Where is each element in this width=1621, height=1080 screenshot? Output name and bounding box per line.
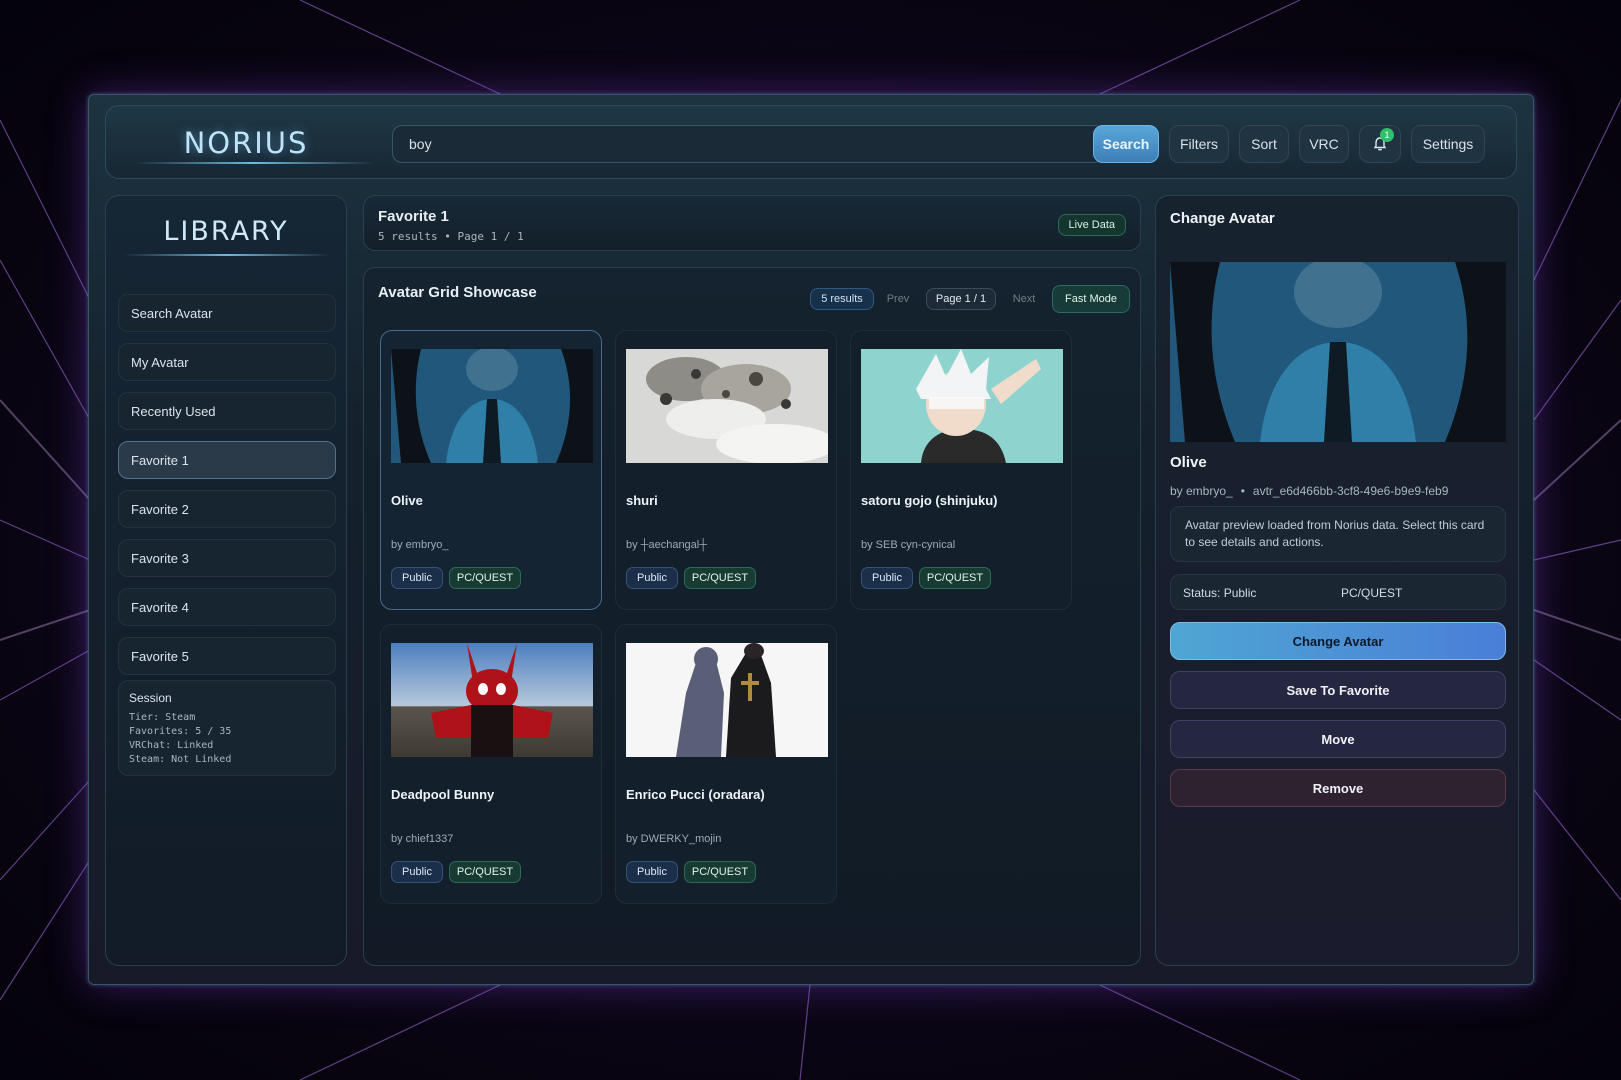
search-button[interactable]: Search	[1093, 125, 1159, 163]
logo-underline	[134, 162, 374, 164]
settings-button[interactable]: Settings	[1411, 125, 1485, 163]
avatar-card[interactable]: Enrico Pucci (oradara) by DWERKY_mojin P…	[615, 624, 837, 904]
app-logo: NORIUS	[183, 126, 309, 160]
avatar-name: Deadpool Bunny	[391, 787, 495, 802]
detail-author: by embryo_	[1170, 484, 1233, 498]
search-input[interactable]	[392, 125, 1104, 163]
sidebar-item-favorite-2[interactable]: Favorite 2	[118, 490, 336, 528]
filters-button[interactable]: Filters	[1169, 125, 1229, 163]
sidebar-item-favorite-5[interactable]: Favorite 5	[118, 637, 336, 675]
detail-platform: PC/QUEST	[1341, 586, 1403, 600]
visibility-tag: Public	[391, 861, 443, 883]
avatar-name: Enrico Pucci (oradara)	[626, 787, 765, 802]
avatar-card[interactable]: Deadpool Bunny by chief1337 Public PC/QU…	[380, 624, 602, 904]
fast-mode-toggle[interactable]: Fast Mode	[1052, 285, 1130, 313]
visibility-tag: Public	[861, 567, 913, 589]
session-favorites: Favorites: 5 / 35	[129, 726, 232, 737]
avatar-name: satoru gojo (shinjuku)	[861, 493, 998, 508]
collection-header: Favorite 1 5 results • Page 1 / 1 Live D…	[363, 195, 1141, 251]
session-tier: Tier: Steam	[129, 712, 196, 723]
top-bar: NORIUS Search Filters Sort VRC 1 Setting…	[105, 105, 1517, 179]
avatar-author: by DWERKY_mojin	[626, 833, 722, 845]
sidebar-item-recently-used[interactable]: Recently Used	[118, 392, 336, 430]
session-info: Session Tier: Steam Favorites: 5 / 35 VR…	[118, 680, 336, 776]
avatar-thumbnail	[626, 643, 828, 757]
library-sidebar: LIBRARY Search Avatar My Avatar Recently…	[105, 195, 347, 966]
platform-tag: PC/QUEST	[684, 861, 756, 883]
collection-subtitle: 5 results • Page 1 / 1	[378, 230, 524, 243]
session-vrchat: VRChat: Linked	[129, 740, 214, 751]
move-button[interactable]: Move	[1170, 720, 1506, 758]
next-page-button[interactable]: Next	[1006, 288, 1042, 310]
avatar-name: Olive	[391, 493, 423, 508]
meta-separator: •	[1240, 484, 1245, 498]
platform-tag: PC/QUEST	[919, 567, 991, 589]
change-avatar-button[interactable]: Change Avatar	[1170, 622, 1506, 660]
sidebar-underline	[124, 254, 330, 256]
results-count-badge: 5 results	[810, 288, 874, 310]
avatar-author: by embryo_	[391, 539, 449, 551]
platform-tag: PC/QUEST	[684, 567, 756, 589]
sidebar-item-favorite-3[interactable]: Favorite 3	[118, 539, 336, 577]
save-to-favorite-button[interactable]: Save To Favorite	[1170, 671, 1506, 709]
sort-button[interactable]: Sort	[1239, 125, 1289, 163]
collection-title: Favorite 1	[378, 208, 449, 225]
detail-meta: by embryo_ • avtr_e6d466bb-3cf8-49e6-b9e9-…	[1170, 484, 1448, 498]
avatar-name: shuri	[626, 493, 658, 508]
platform-tag: PC/QUEST	[449, 861, 521, 883]
detail-status-row: Status: Public PC/QUEST	[1170, 574, 1506, 610]
avatar-card[interactable]: satoru gojo (shinjuku) by SEB cyn-cynica…	[850, 330, 1072, 610]
avatar-thumbnail	[861, 349, 1063, 463]
sidebar-item-favorite-4[interactable]: Favorite 4	[118, 588, 336, 626]
page-indicator: Page 1 / 1	[926, 288, 996, 310]
vrc-button[interactable]: VRC	[1299, 125, 1349, 163]
visibility-tag: Public	[626, 567, 678, 589]
app-window: NORIUS Search Filters Sort VRC 1 Setting…	[88, 94, 1534, 985]
avatar-preview-image	[1170, 262, 1506, 442]
remove-button[interactable]: Remove	[1170, 769, 1506, 807]
detail-title: Change Avatar	[1170, 210, 1275, 227]
prev-page-button[interactable]: Prev	[880, 288, 916, 310]
avatar-thumbnail	[626, 349, 828, 463]
visibility-tag: Public	[626, 861, 678, 883]
sidebar-item-my-avatar[interactable]: My Avatar	[118, 343, 336, 381]
avatar-card[interactable]: Olive by embryo_ Public PC/QUEST	[380, 330, 602, 610]
detail-avatar-id: avtr_e6d466bb-3cf8-49e6-b9e9-feb9	[1252, 484, 1449, 498]
notifications-button[interactable]: 1	[1359, 125, 1401, 163]
sidebar-title: LIBRARY	[163, 216, 289, 247]
avatar-author: by ┼aechangal┼	[626, 539, 708, 551]
platform-tag: PC/QUEST	[449, 567, 521, 589]
session-title: Session	[129, 691, 172, 705]
sidebar-item-favorite-1[interactable]: Favorite 1	[118, 441, 336, 479]
session-steam: Steam: Not Linked	[129, 754, 232, 765]
avatar-thumbnail	[391, 349, 593, 463]
avatar-card[interactable]: shuri by ┼aechangal┼ Public PC/QUEST	[615, 330, 837, 610]
sidebar-item-search-avatar[interactable]: Search Avatar	[118, 294, 336, 332]
visibility-tag: Public	[391, 567, 443, 589]
avatar-detail-panel: Change Avatar Olive by embryo_ • avtr_e6d4…	[1155, 195, 1519, 966]
avatar-author: by chief1337	[391, 833, 454, 845]
avatar-grid-panel: Avatar Grid Showcase 5 results Prev Page…	[363, 267, 1141, 966]
detail-avatar-name: Olive	[1170, 454, 1207, 471]
notification-badge: 1	[1380, 128, 1394, 142]
avatar-author: by SEB cyn-cynical	[861, 539, 956, 551]
avatar-thumbnail	[391, 643, 593, 757]
live-data-badge: Live Data	[1057, 214, 1126, 236]
detail-description: Avatar preview loaded from Norius data. …	[1170, 506, 1506, 562]
grid-title: Avatar Grid Showcase	[378, 284, 537, 301]
detail-status: Status: Public	[1183, 586, 1257, 600]
